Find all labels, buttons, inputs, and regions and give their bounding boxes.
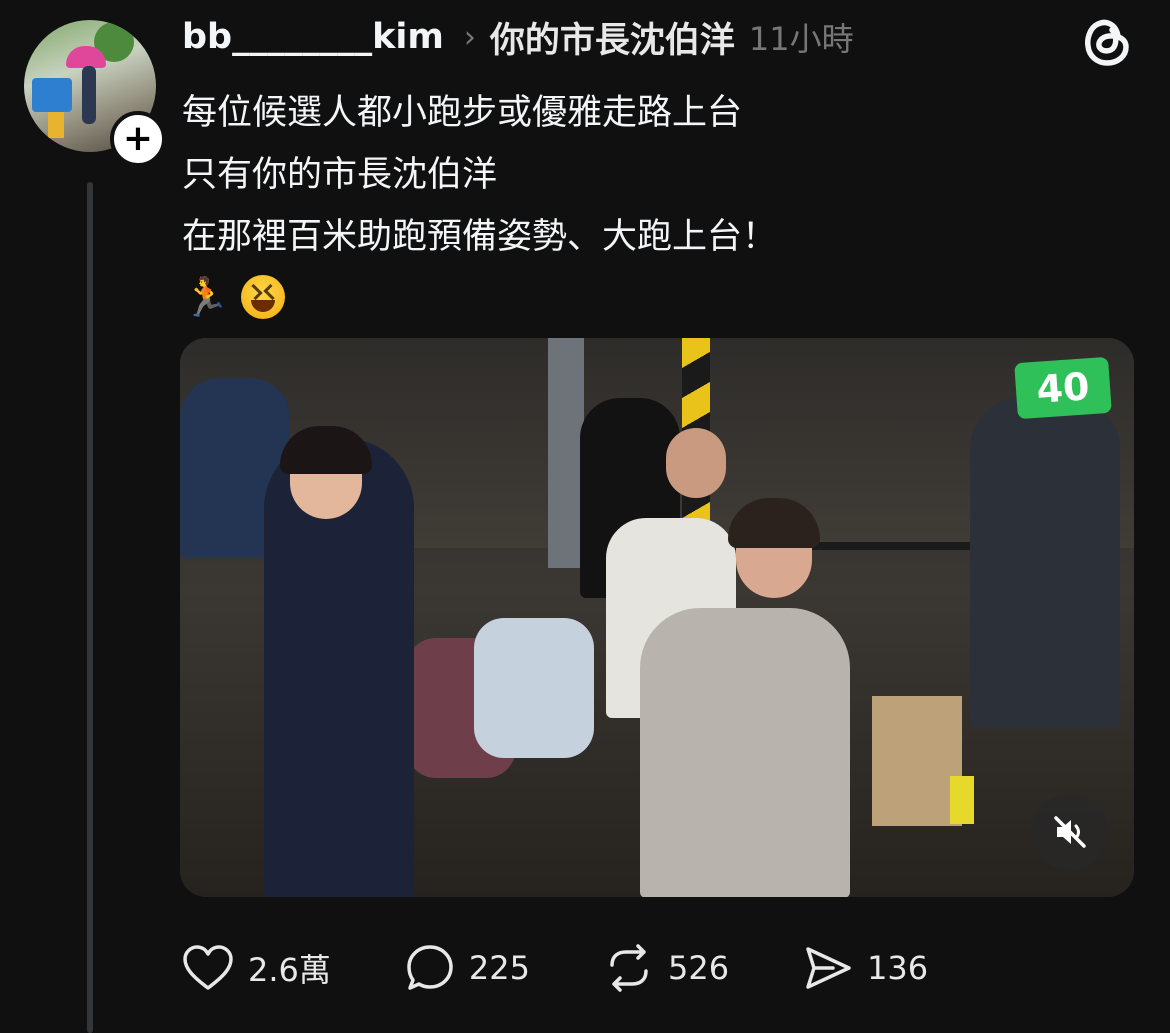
like-button[interactable]: 2.6萬 xyxy=(182,944,331,992)
video-player[interactable]: 40 xyxy=(180,338,1134,897)
share-count: 136 xyxy=(867,949,929,987)
topic-tag[interactable]: 你的市長沈伯洋 xyxy=(490,12,735,63)
emoji-row: 🏃 xyxy=(182,266,777,328)
chevron-right-icon: › xyxy=(463,19,476,55)
username[interactable]: bb________kim xyxy=(182,17,444,57)
post-line-2: 只有你的市長沈伯洋 xyxy=(182,155,498,195)
post-line-3: 在那裡百米助跑預備姿勢、大跑上台！ xyxy=(182,217,778,257)
comment-count: 225 xyxy=(468,949,530,987)
repost-button[interactable]: 526 xyxy=(604,943,729,993)
share-button[interactable]: 136 xyxy=(803,943,928,993)
post-line-1: 每位候選人都小跑步或優雅走路上台 xyxy=(182,93,743,133)
like-count: 2.6萬 xyxy=(248,951,331,989)
speaker-muted-icon xyxy=(1054,816,1086,848)
channel-badge: 40 xyxy=(1014,356,1112,420)
plus-icon: + xyxy=(122,118,154,159)
post-header: bb________kim › 你的市長沈伯洋 11小時 xyxy=(182,12,854,62)
action-bar: 2.6萬 225 526 136 xyxy=(182,940,928,996)
runner-emoji: 🏃 xyxy=(182,275,230,319)
thread-line xyxy=(87,182,93,1033)
follow-button[interactable]: + xyxy=(110,111,166,167)
repost-count: 526 xyxy=(667,949,730,987)
repost-icon xyxy=(610,944,648,992)
laughing-emoji-icon xyxy=(241,275,286,319)
threads-logo-icon[interactable] xyxy=(1078,12,1136,70)
thread-post: + bb________kim › 你的市長沈伯洋 11小時 每位候選人都小跑步… xyxy=(0,0,1170,1033)
mute-button[interactable] xyxy=(1032,794,1108,870)
timestamp: 11小時 xyxy=(748,20,854,58)
speech-bubble-icon xyxy=(407,945,453,990)
comment-button[interactable]: 225 xyxy=(405,943,530,993)
post-body: 每位候選人都小跑步或優雅走路上台 只有你的市長沈伯洋 在那裡百米助跑預備姿勢、大… xyxy=(182,82,777,328)
heart-icon xyxy=(183,945,233,990)
paper-plane-icon xyxy=(806,947,851,989)
